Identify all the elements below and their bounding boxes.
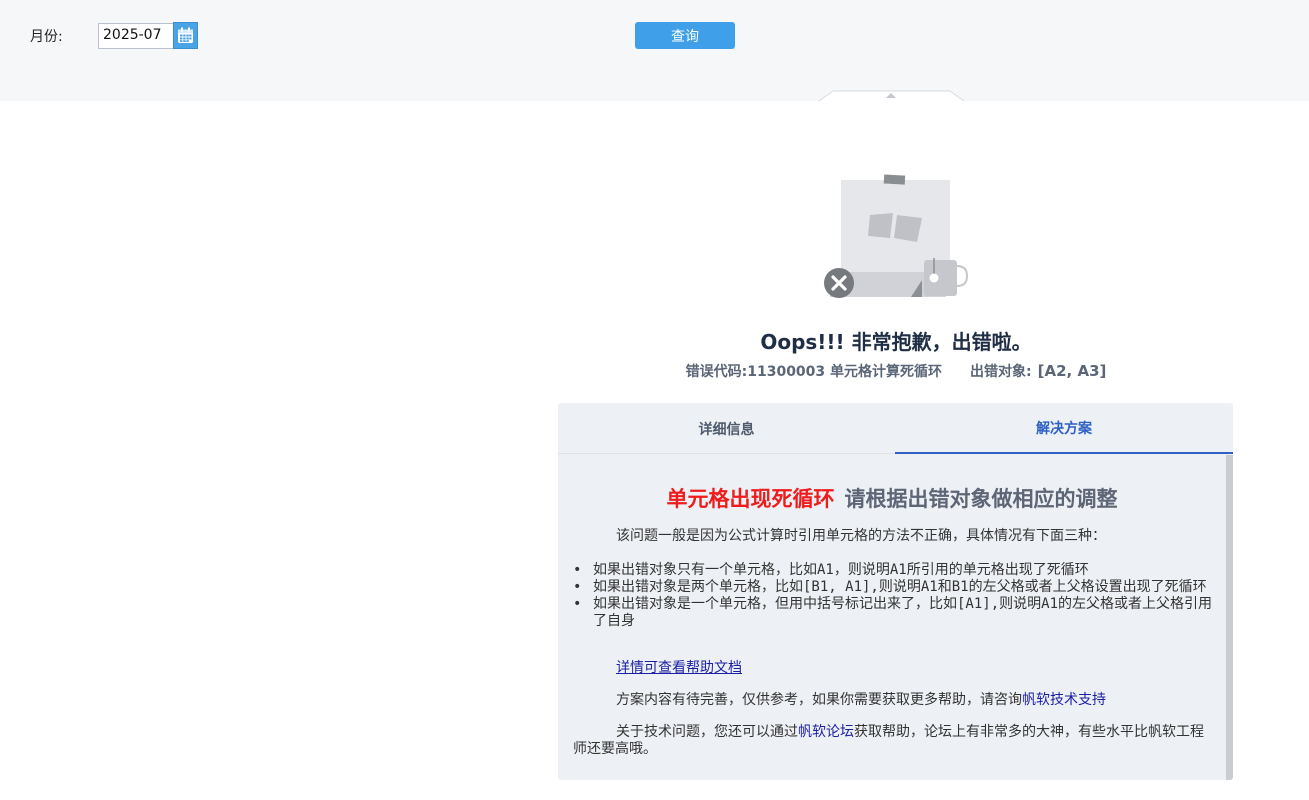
error-illustration [824,174,969,298]
parameter-bar: 月份: 2025-07 查询 [0,0,1309,101]
headline-red: 单元格出现死循环 [666,486,835,511]
error-target-value: [A2, A3] [1037,362,1107,380]
list-item: 如果出错对象只有一个单元格，比如A1，则说明A1所引用的单元格出现了死循环 [573,562,1213,579]
forum-link[interactable]: 帆软论坛 [798,724,854,740]
collapse-handle[interactable] [819,90,964,102]
error-panel: 详细信息 解决方案 单元格出现死循环 请根据出错对象做相应的调整 该问题一般是因为… [558,403,1233,780]
calendar-button[interactable] [173,22,198,49]
solution-content: 单元格出现死循环 请根据出错对象做相应的调整 该问题一般是因为公式计算时引用单元格… [558,455,1226,780]
tech-support-link[interactable]: 帆软技术支持 [1022,692,1106,708]
tab-bar: 详细信息 解决方案 [558,403,1233,454]
support-prefix: 方案内容有待完善，仅供参考，如果你需要获取更多帮助，请咨询 [616,692,1022,708]
tab-detail[interactable]: 详细信息 [558,403,895,454]
headline-gray: 请根据出错对象做相应的调整 [844,486,1118,511]
tab-solution[interactable]: 解决方案 [895,403,1233,454]
list-item: 如果出错对象是一个单元格，但用中括号标记出来了，比如[A1],则说明A1的左父格… [573,596,1213,630]
forum-prefix: 关于技术问题，您还可以通过 [616,724,798,740]
close-icon [824,268,854,298]
list-item: 如果出错对象是两个单元格，比如[B1, A1],则说明A1和B1的左父格或者上父… [573,579,1213,596]
error-code-line: 错误代码:11300003 单元格计算死循环 出错对象: [A2, A3] [558,361,1234,381]
intro-text: 该问题一般是因为公式计算时引用单元格的方法不正确，具体情况有下面三种： [616,528,1106,544]
cause-list: 如果出错对象只有一个单元格，比如A1，则说明A1所引用的单元格出现了死循环 如果… [573,562,1213,630]
month-input[interactable]: 2025-07 [98,23,174,49]
calendar-icon [178,27,193,43]
error-code: 错误代码:11300003 单元格计算死循环 [685,364,943,380]
solution-headline: 单元格出现死循环 请根据出错对象做相应的调整 [558,483,1226,513]
query-button[interactable]: 查询 [635,22,735,49]
month-label: 月份: [30,29,63,45]
scrollbar[interactable] [1226,455,1233,780]
forum-text: 关于技术问题，您还可以通过帆软论坛获取帮助，论坛上有非常多的大神，有些水平比帆软… [573,724,1213,758]
support-text: 方案内容有待完善，仅供参考，如果你需要获取更多帮助，请咨询帆软技术支持 [616,692,1106,709]
error-title: Oops!!! 非常抱歉，出错啦。 [760,330,1032,354]
help-doc-link[interactable]: 详情可查看帮助文档 [616,660,742,677]
error-target-label: 出错对象: [970,364,1032,380]
